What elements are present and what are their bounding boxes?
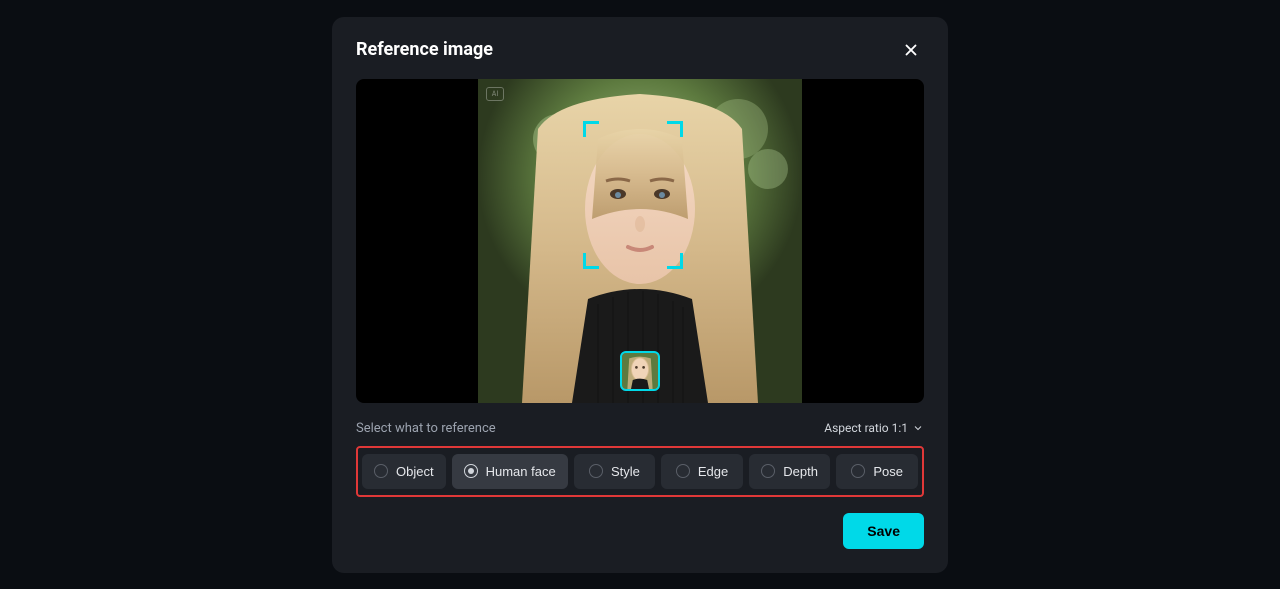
radio-icon — [589, 464, 603, 478]
thumbnail-image — [622, 353, 658, 389]
chevron-down-icon — [912, 422, 924, 434]
select-label: Select what to reference — [356, 421, 496, 436]
modal-footer: Save — [356, 513, 924, 549]
image-preview-container: AI — [356, 79, 924, 403]
option-label: Human face — [486, 464, 556, 479]
option-object[interactable]: Object — [362, 454, 446, 489]
option-label: Edge — [698, 464, 728, 479]
option-label: Pose — [873, 464, 903, 479]
option-label: Object — [396, 464, 434, 479]
ai-badge: AI — [486, 87, 504, 101]
reference-image[interactable]: AI — [478, 79, 802, 403]
option-edge[interactable]: Edge — [661, 454, 743, 489]
reference-options-group: Object Human face Style Edge Depth Pose — [356, 446, 924, 497]
radio-icon — [374, 464, 388, 478]
modal-header: Reference image — [356, 37, 924, 63]
option-style[interactable]: Style — [574, 454, 656, 489]
modal-title: Reference image — [356, 39, 493, 60]
option-label: Style — [611, 464, 640, 479]
face-thumbnail[interactable] — [620, 351, 660, 391]
option-label: Depth — [783, 464, 818, 479]
aspect-ratio-selector[interactable]: Aspect ratio 1:1 — [824, 421, 924, 435]
reference-image-modal: Reference image — [332, 17, 948, 573]
radio-icon — [851, 464, 865, 478]
option-depth[interactable]: Depth — [749, 454, 831, 489]
close-button[interactable] — [898, 37, 924, 63]
radio-icon — [676, 464, 690, 478]
radio-icon — [464, 464, 478, 478]
option-pose[interactable]: Pose — [836, 454, 918, 489]
radio-icon — [761, 464, 775, 478]
controls-row: Select what to reference Aspect ratio 1:… — [356, 421, 924, 436]
option-human-face[interactable]: Human face — [452, 454, 568, 489]
close-icon — [902, 41, 920, 59]
aspect-ratio-label: Aspect ratio 1:1 — [824, 421, 908, 435]
save-button[interactable]: Save — [843, 513, 924, 549]
face-detection-frame-bottom — [583, 249, 683, 269]
face-detection-frame-top — [583, 121, 683, 141]
